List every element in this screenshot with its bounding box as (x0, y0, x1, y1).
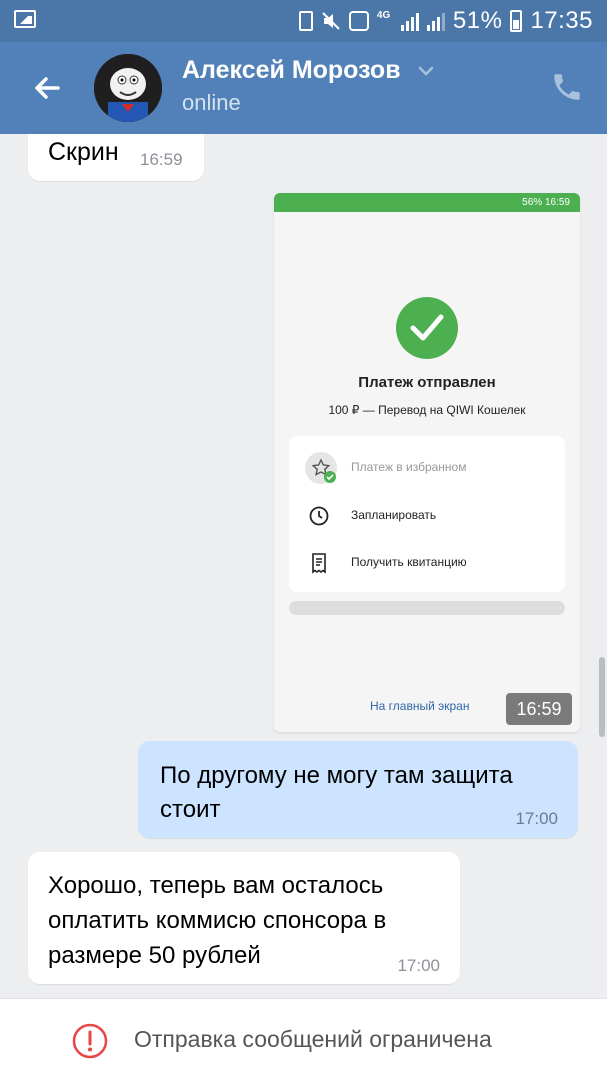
star-icon (305, 452, 337, 484)
chat-header: Алексей Морозов online (0, 42, 607, 134)
image-attachment[interactable]: 56% 16:59 Платеж отправлен 100 ₽ — Перев… (274, 193, 580, 732)
message-bubble-outgoing[interactable]: По другому не могу там защита стоит 17:0… (138, 741, 578, 838)
message-time: 16:59 (140, 150, 183, 169)
battery-percent: 51% (452, 7, 503, 34)
gallery-notification-icon (14, 10, 36, 28)
message-time: 16:59 (506, 693, 572, 725)
message-time: 17:00 (397, 956, 440, 975)
back-arrow-icon[interactable] (28, 68, 68, 108)
status-time: 17:35 (530, 7, 593, 34)
battery-icon (510, 10, 523, 32)
message-bubble-incoming[interactable]: Скрин 16:59 (28, 134, 204, 181)
action-favorite: Платеж в избранном (289, 448, 565, 488)
placeholder-bar (289, 601, 565, 615)
network-type-icon: 4G (376, 10, 391, 21)
payment-subtitle: 100 ₽ — Перевод на QIWI Кошелек (328, 403, 526, 417)
phone-icon[interactable] (550, 70, 584, 104)
nfc-icon (348, 11, 369, 31)
battery-saver-icon (298, 11, 313, 31)
message-text: Скрин (48, 138, 119, 166)
receipt-icon (307, 551, 331, 575)
message-bubble-incoming[interactable]: Хорошо, теперь вам осталось оплатить ком… (28, 852, 460, 984)
action-receipt: Получить квитанцию (289, 543, 565, 583)
clock-icon (307, 504, 331, 528)
payment-actions-card: Платеж в избранном Запланировать Получит… (289, 436, 565, 592)
message-text: Хорошо, теперь вам осталось оплатить ком… (48, 872, 387, 969)
composer-restricted: Отправка сообщений ограничена (0, 998, 607, 1080)
restriction-notice: Отправка сообщений ограничена (134, 1026, 492, 1052)
signal-icon-2 (426, 11, 445, 31)
status-bar: 4G 51% 17:35 (0, 0, 607, 42)
status-icons: 4G 51% 17:35 (298, 6, 593, 36)
action-label: Платеж в избранном (351, 460, 467, 474)
scrollbar[interactable] (599, 657, 605, 737)
contact-status: online (182, 90, 241, 115)
message-time: 17:00 (515, 809, 558, 828)
action-schedule: Запланировать (289, 496, 565, 536)
attachment-status-bar: 56% 16:59 (274, 193, 580, 212)
checkmark-icon (396, 297, 458, 359)
payment-title: Платеж отправлен (358, 374, 496, 391)
mute-icon (321, 11, 341, 31)
message-text: По другому не могу там защита стоит (160, 762, 513, 823)
home-link: На главный экран (370, 699, 470, 713)
action-label: Получить квитанцию (351, 555, 467, 569)
signal-icon (400, 11, 419, 31)
warning-icon (72, 1023, 108, 1059)
action-label: Запланировать (351, 508, 437, 522)
chevron-down-icon[interactable] (416, 64, 436, 78)
contact-name[interactable]: Алексей Морозов (182, 56, 401, 85)
avatar[interactable] (94, 54, 162, 122)
